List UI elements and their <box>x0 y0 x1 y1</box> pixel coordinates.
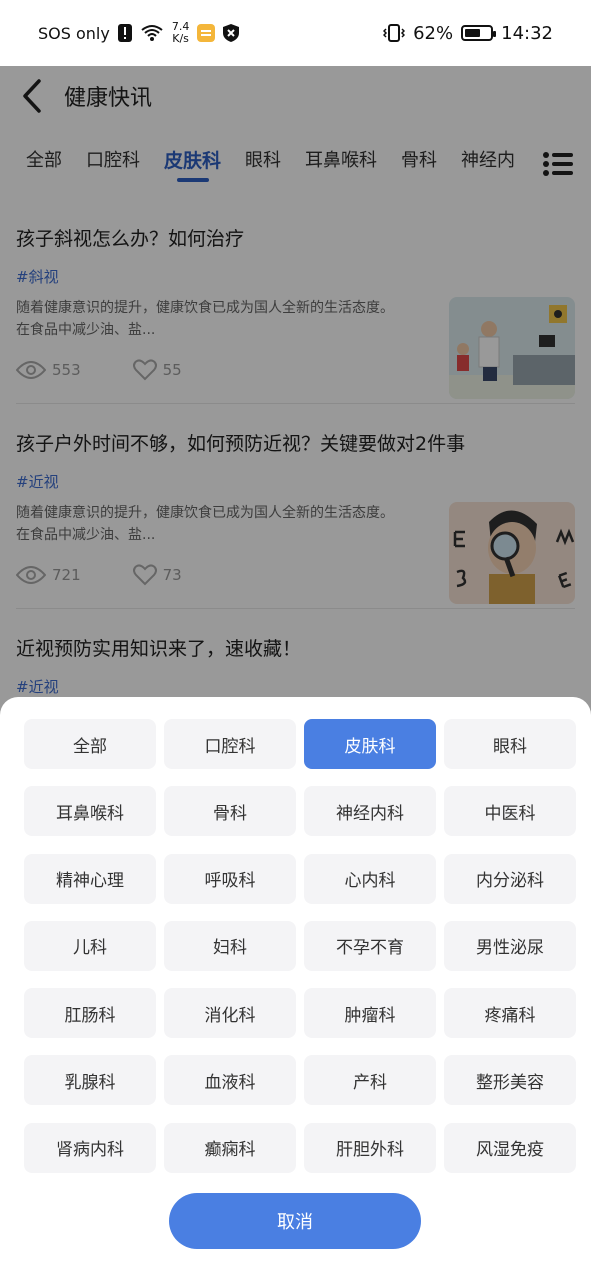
status-left: SOS only 7.4 K/s <box>38 21 240 45</box>
wifi-icon <box>140 24 164 42</box>
category-chip[interactable]: 精神心理 <box>24 853 156 904</box>
category-chip[interactable]: 肾病内科 <box>24 1122 156 1173</box>
category-chip[interactable]: 消化科 <box>164 988 296 1039</box>
category-chip[interactable]: 男性泌尿 <box>444 920 576 971</box>
category-chip[interactable]: 呼吸科 <box>164 853 296 904</box>
category-chip[interactable]: 乳腺科 <box>24 1055 156 1106</box>
category-chip[interactable]: 内分泌科 <box>444 853 576 904</box>
category-chip[interactable]: 整形美容 <box>444 1055 576 1106</box>
cancel-button[interactable]: 取消 <box>169 1193 421 1249</box>
category-chip[interactable]: 癫痫科 <box>164 1122 296 1173</box>
category-chip[interactable]: 妇科 <box>164 920 296 971</box>
category-chip[interactable]: 肛肠科 <box>24 988 156 1039</box>
battery-icon <box>461 25 497 41</box>
category-chip[interactable]: 神经内科 <box>304 786 436 837</box>
battery-percent: 62% <box>413 22 454 44</box>
net-speed: 7.4 K/s <box>172 21 190 45</box>
shield-icon <box>223 24 240 42</box>
category-chip[interactable]: 骨科 <box>164 786 296 837</box>
alert-icon <box>117 24 132 42</box>
category-chip[interactable]: 肿瘤科 <box>304 988 436 1039</box>
category-chip[interactable]: 耳鼻喉科 <box>24 786 156 837</box>
category-chip[interactable]: 全部 <box>24 719 156 769</box>
notes-app-icon <box>197 24 216 42</box>
carrier-label: SOS only <box>38 23 110 43</box>
net-speed-unit: K/s <box>172 32 189 45</box>
vibrate-icon <box>383 24 406 42</box>
category-chip[interactable]: 风湿免疫 <box>444 1122 576 1173</box>
status-right: 62% 14:32 <box>383 23 553 44</box>
category-chip[interactable]: 儿科 <box>24 920 156 971</box>
category-chip[interactable]: 产科 <box>304 1055 436 1106</box>
category-chip[interactable]: 眼科 <box>444 719 576 769</box>
status-bar: SOS only 7.4 K/s 62% 14:32 <box>0 0 591 66</box>
category-grid: 全部 口腔科 皮肤科 眼科耳鼻喉科 骨科 神经内科 中医科精神心理 呼吸科 心内科 内分泌科儿科妇… <box>24 719 576 1177</box>
category-chip[interactable]: 不孕不育 <box>304 920 436 971</box>
category-chip[interactable]: 皮肤科 <box>304 719 436 769</box>
category-chip[interactable]: 心内科 <box>304 853 436 904</box>
category-chip[interactable]: 疼痛科 <box>444 988 576 1039</box>
category-picker-sheet: 全部 口腔科 皮肤科 眼科耳鼻喉科 骨科 神经内科 中医科精神心理 呼吸科 心内科 内分泌科儿科妇… <box>0 697 591 1280</box>
clock: 14:32 <box>501 22 553 44</box>
category-chip[interactable]: 口腔科 <box>164 719 296 769</box>
battery-fill <box>465 29 480 37</box>
category-chip[interactable]: 血液科 <box>164 1055 296 1106</box>
category-chip[interactable]: 肝胆外科 <box>304 1122 436 1173</box>
category-chip[interactable]: 中医科 <box>444 786 576 837</box>
